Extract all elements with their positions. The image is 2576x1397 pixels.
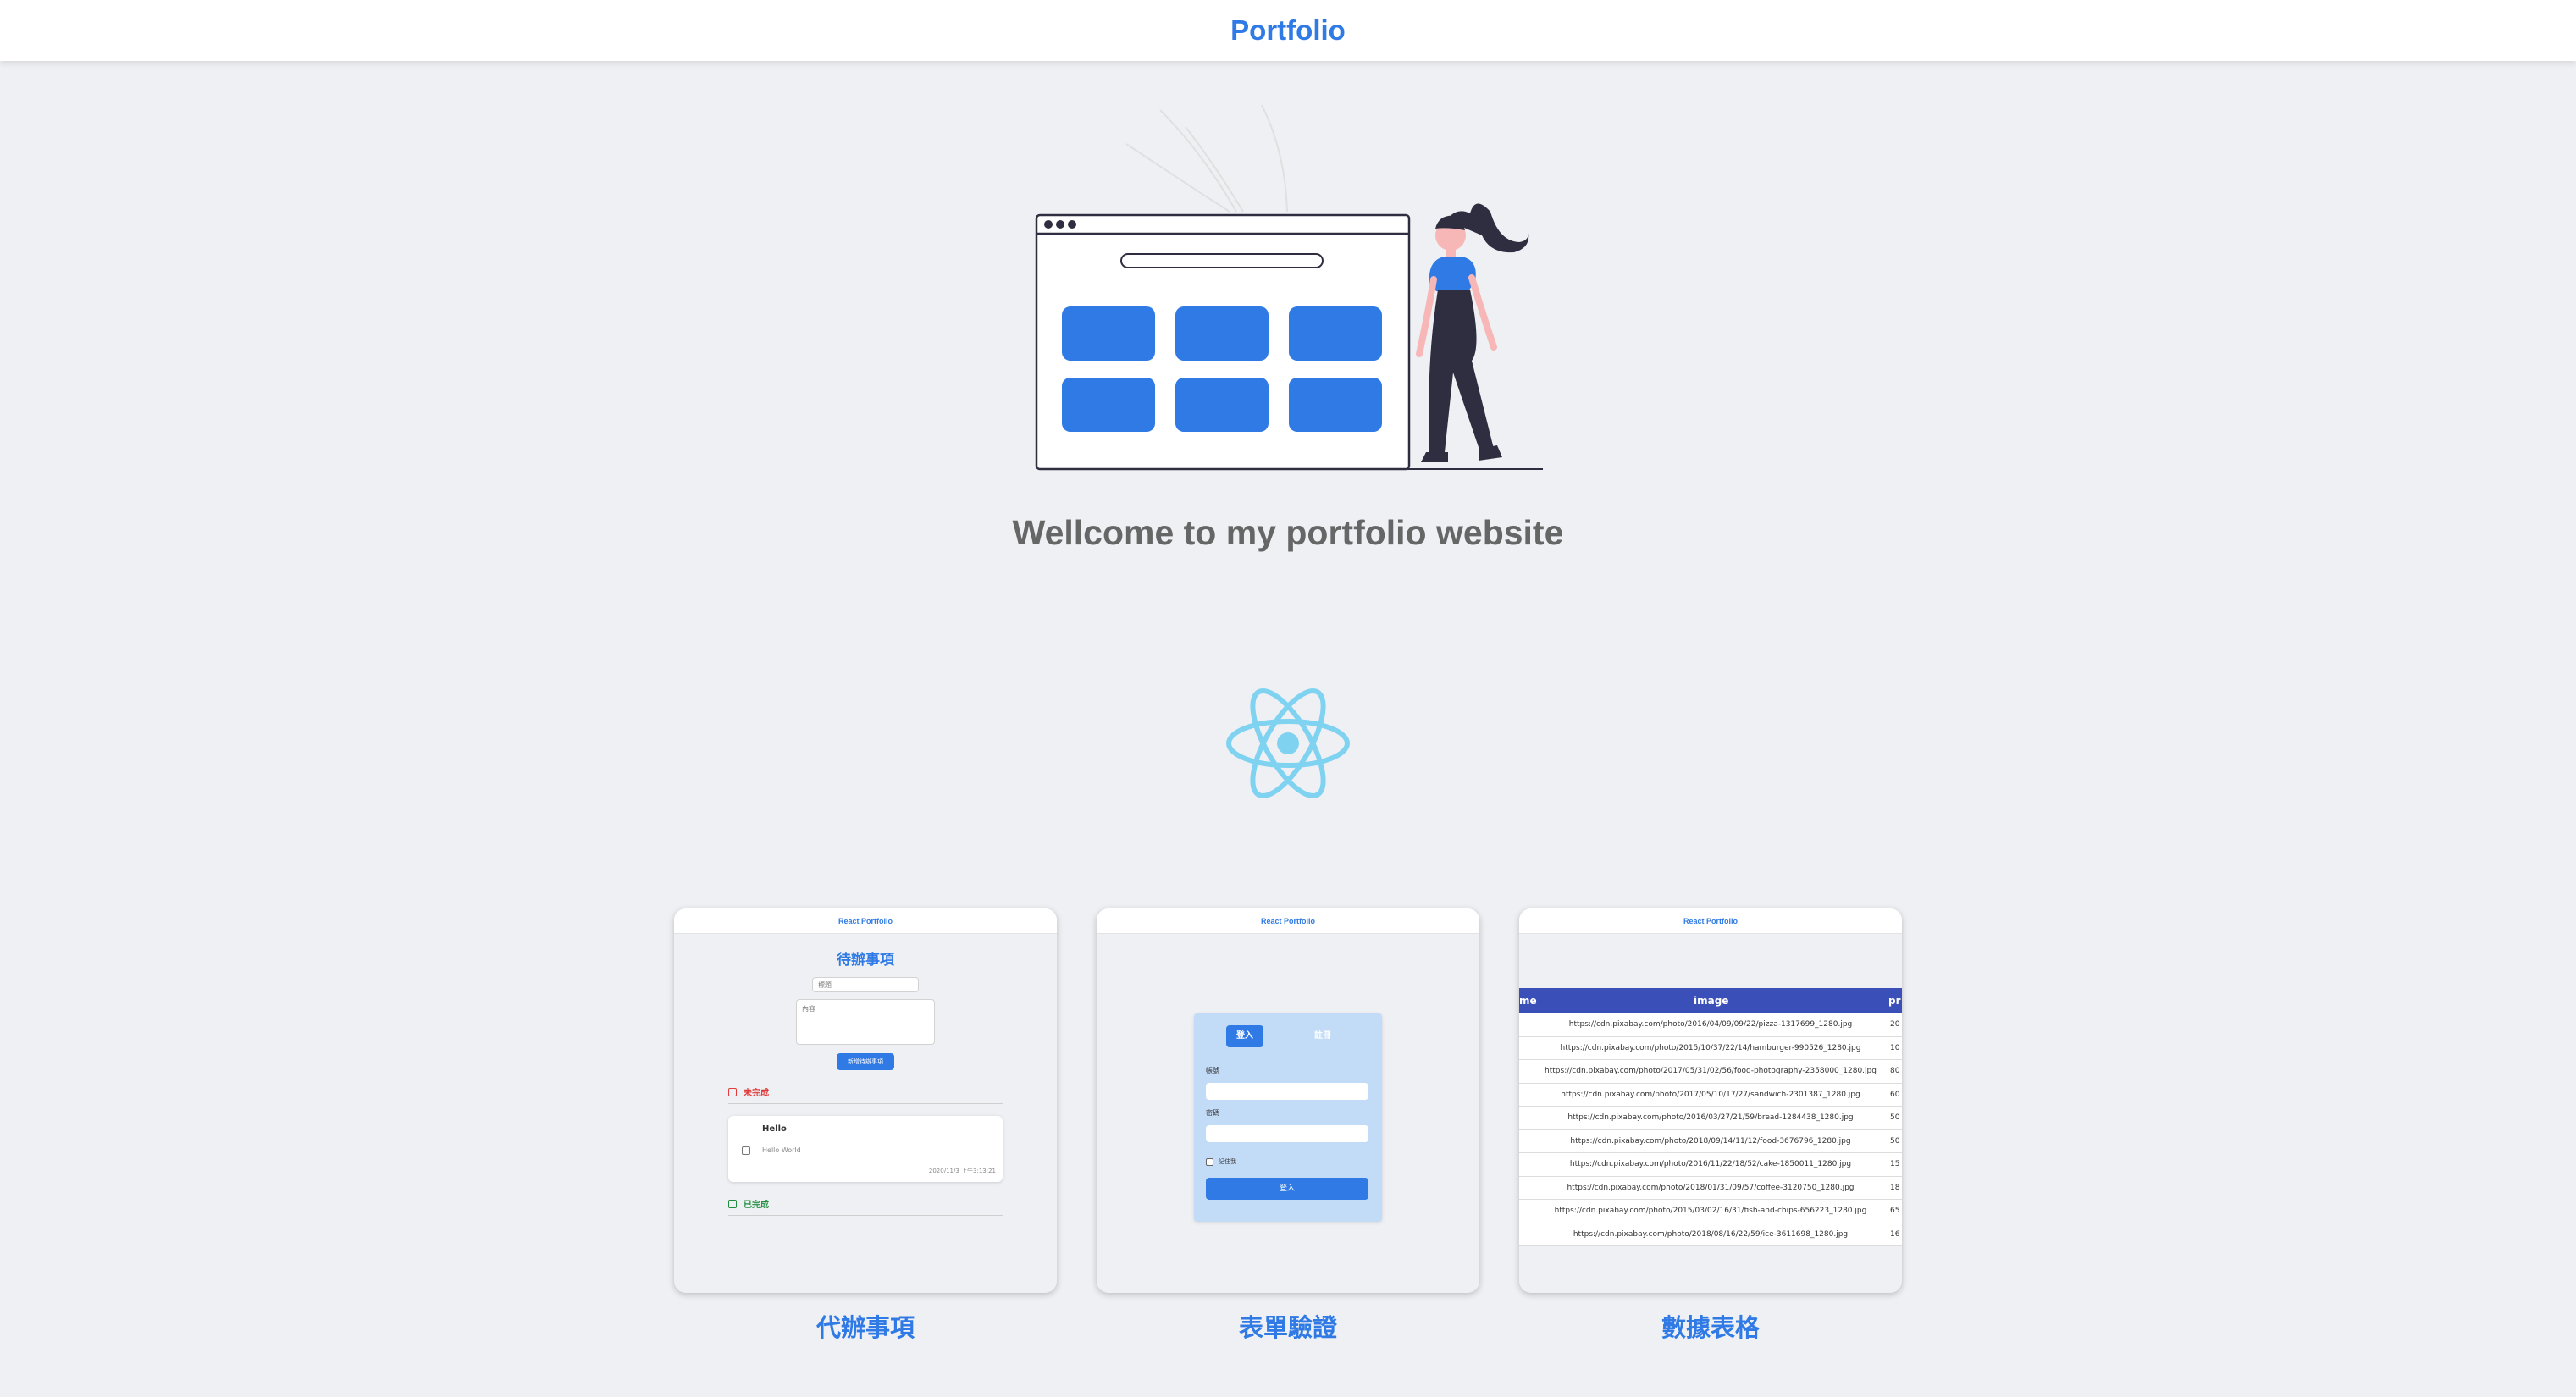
table-row: https://cdn.pixabay.com/photo/2017/05/31…: [1519, 1060, 1902, 1084]
checkbox-icon: [1206, 1157, 1213, 1166]
project-caption-table[interactable]: 數據表格: [1519, 1308, 1902, 1344]
image-url-cell: https://cdn.pixabay.com/photo/2018/08/16…: [1573, 1229, 1849, 1239]
preview-label-password: 密碼: [1206, 1109, 1219, 1117]
image-url-cell: https://cdn.pixabay.com/photo/2017/05/10…: [1561, 1090, 1860, 1099]
preview-login-form: 登入 註冊 帳號 密碼 記住我 登入: [1194, 1013, 1382, 1222]
table-row: https://cdn.pixabay.com/photo/2016/03/27…: [1519, 1107, 1902, 1130]
checkbox-icon: [742, 1146, 750, 1155]
todo-item-date: 2020/11/3 上午3:13:21: [928, 1168, 996, 1174]
react-logo-icon: [1226, 688, 1350, 798]
preview-section-incomplete: 未完成: [728, 1085, 1003, 1104]
section-label: 已完成: [744, 1201, 769, 1210]
table-row: https://cdn.pixabay.com/photo/2018/01/31…: [1519, 1176, 1902, 1200]
preview-content-textarea: 內容: [796, 999, 935, 1045]
preview-mini-header: React Portfolio: [1519, 908, 1902, 934]
preview-mini-header: React Portfolio: [1097, 908, 1479, 934]
preview-todo-item: Hello Hello World 2020/11/3 上午3:13:21: [728, 1116, 1003, 1182]
project-card-todo[interactable]: React Portfolio 待辦事項 標題 內容 新增待辦事項 未完成 He…: [674, 908, 1057, 1293]
table-body: https://cdn.pixabay.com/photo/2016/04/09…: [1519, 1013, 1902, 1246]
preview-mini-header: React Portfolio: [674, 908, 1057, 934]
hero-illustration: [1035, 104, 1543, 471]
project-caption-form[interactable]: 表單驗證: [1097, 1308, 1479, 1344]
sparkle-line: [1125, 143, 1230, 213]
preview-account-field: [1206, 1083, 1368, 1100]
price-cell: 60: [1890, 1090, 1900, 1099]
table-row: https://cdn.pixabay.com/photo/2016/11/22…: [1519, 1153, 1902, 1177]
brand-link[interactable]: Portfolio: [1230, 14, 1346, 47]
table-row: https://cdn.pixabay.com/photo/2017/05/10…: [1519, 1083, 1902, 1107]
price-cell: 50: [1890, 1136, 1900, 1146]
table-row: https://cdn.pixabay.com/photo/2016/04/09…: [1519, 1013, 1902, 1037]
project-caption-todo[interactable]: 代辦事項: [674, 1308, 1057, 1344]
woman-figure: [1406, 203, 1543, 470]
preview-tab-register: 註冊: [1314, 1031, 1331, 1041]
table-row: https://cdn.pixabay.com/photo/2018/09/14…: [1519, 1129, 1902, 1153]
preview-tab-login: 登入: [1226, 1025, 1263, 1047]
todo-item-title: Hello: [762, 1124, 787, 1134]
preview-add-button: 新增待辦事項: [837, 1053, 894, 1070]
preview-label-account: 帳號: [1206, 1067, 1219, 1074]
image-url-cell: https://cdn.pixabay.com/photo/2015/10/37…: [1560, 1043, 1861, 1052]
column-header: image: [1694, 995, 1729, 1007]
calendar-icon: [728, 1087, 737, 1096]
image-url-cell: https://cdn.pixabay.com/photo/2017/05/31…: [1545, 1067, 1877, 1075]
image-url-cell: https://cdn.pixabay.com/photo/2016/03/27…: [1567, 1113, 1854, 1122]
image-url-cell: https://cdn.pixabay.com/photo/2018/01/31…: [1567, 1183, 1855, 1192]
preview-submit-button: 登入: [1206, 1178, 1368, 1200]
column-header: me: [1519, 995, 1537, 1007]
image-url-cell: https://cdn.pixabay.com/photo/2018/09/14…: [1570, 1136, 1851, 1146]
welcome-heading: Wellcome to my portfolio website: [1012, 513, 1564, 552]
image-url-cell: https://cdn.pixabay.com/photo/2016/04/09…: [1568, 1020, 1853, 1029]
project-card-form[interactable]: React Portfolio 登入 註冊 帳號 密碼 記住我 登入: [1097, 908, 1479, 1293]
table-row: https://cdn.pixabay.com/photo/2015/10/37…: [1519, 1036, 1902, 1060]
price-cell: 50: [1890, 1113, 1900, 1122]
table-row: https://cdn.pixabay.com/photo/2015/03/02…: [1519, 1200, 1902, 1223]
todo-item-content: Hello World: [762, 1146, 801, 1154]
table-row: https://cdn.pixabay.com/photo/2018/08/16…: [1519, 1223, 1902, 1246]
image-url-cell: https://cdn.pixabay.com/photo/2016/11/22…: [1569, 1160, 1852, 1168]
price-cell: 80: [1890, 1067, 1900, 1075]
preview-data-table: me image pr https://cdn.pixabay.com/phot…: [1519, 988, 1902, 1246]
image-url-cell: https://cdn.pixabay.com/photo/2015/03/02…: [1554, 1206, 1867, 1215]
remember-label: 記住我: [1219, 1158, 1236, 1165]
section-label: 未完成: [744, 1089, 769, 1098]
calendar-icon: [728, 1199, 737, 1208]
preview-todo-title: 待辦事項: [837, 952, 894, 969]
sparkle-line: [1159, 109, 1237, 213]
preview-remember-row: 記住我: [1206, 1157, 1236, 1166]
preview-title-input: 標題: [812, 977, 919, 992]
price-cell: 16: [1890, 1229, 1900, 1239]
price-cell: 18: [1890, 1183, 1900, 1192]
table-header: me image pr: [1519, 988, 1902, 1013]
price-cell: 10: [1890, 1043, 1900, 1052]
price-cell: 65: [1890, 1206, 1900, 1215]
browser-window-graphic: [1035, 213, 1411, 471]
preview-password-field: [1206, 1125, 1368, 1142]
sparkle-line: [1185, 126, 1244, 213]
price-cell: 15: [1890, 1160, 1900, 1168]
project-card-table[interactable]: React Portfolio me image pr https://cdn.…: [1519, 908, 1902, 1293]
top-navbar: Portfolio: [0, 0, 2576, 61]
preview-section-complete: 已完成: [728, 1197, 1003, 1216]
column-header: pr: [1888, 995, 1901, 1007]
price-cell: 20: [1890, 1020, 1900, 1029]
sparkle-line: [1261, 104, 1288, 213]
